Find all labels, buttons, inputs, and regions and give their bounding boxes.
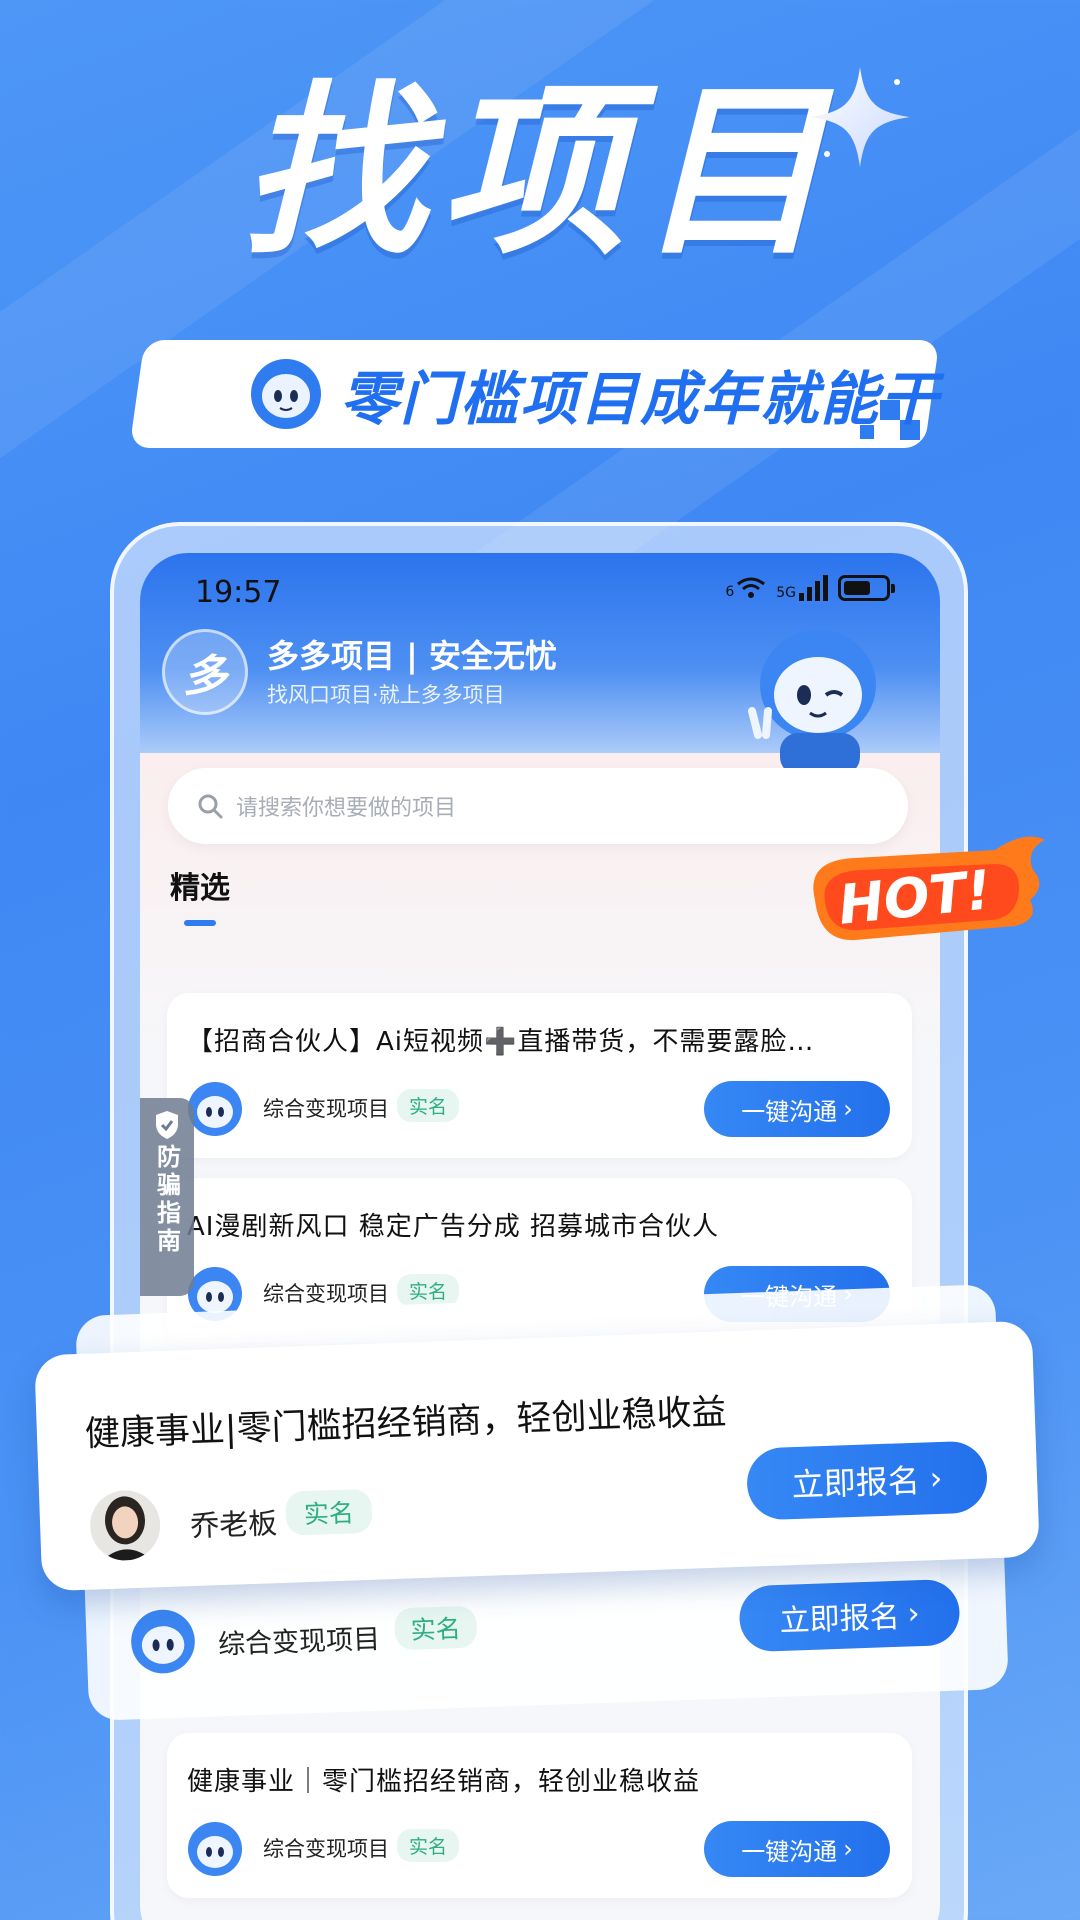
tab-indicator	[184, 920, 216, 926]
banner: 零门槛项目成年就能干	[250, 352, 940, 436]
app-logo: 多	[162, 629, 248, 715]
mascot-avatar-icon	[188, 1822, 242, 1876]
verified-badge: 实名	[397, 1089, 460, 1122]
contact-button-label: 一键沟通	[741, 1097, 838, 1126]
chevron-right-icon: ›	[928, 1458, 944, 1498]
project-category: 综合变现项目	[217, 1623, 381, 1661]
tab-featured[interactable]: 精选	[170, 863, 230, 907]
chevron-right-icon: ›	[843, 1095, 853, 1123]
signup-button[interactable]: 立即报名 ›	[738, 1578, 961, 1653]
status-time: 19:57	[195, 575, 282, 610]
shield-icon	[156, 1111, 178, 1139]
battery-icon	[838, 575, 895, 601]
wifi-icon: 6	[725, 576, 766, 600]
project-category: 综合变现项目	[263, 1097, 389, 1121]
signup-button[interactable]: 立即报名 ›	[745, 1440, 989, 1521]
verified-badge: 实名	[397, 1829, 460, 1862]
wifi-label: 6	[725, 584, 735, 600]
mascot-avatar-icon	[131, 1609, 195, 1674]
search-icon	[198, 794, 223, 819]
mascot-icon	[251, 359, 321, 429]
owner-name: 乔老板	[189, 1506, 278, 1544]
network-label: 5G	[776, 585, 796, 601]
contact-button[interactable]: 一键沟通›	[704, 1081, 890, 1137]
signup-button-label: 立即报名	[791, 1461, 921, 1505]
mascot-avatar-icon	[188, 1082, 242, 1136]
person-avatar-icon	[88, 1489, 162, 1562]
project-card[interactable]: 【招商合伙人】Ai短视频➕直播带货，不需要露脸… 综合变现项目 实名 一键沟通 ›	[167, 993, 912, 1158]
project-title: AI漫剧新风口 稳定广告分成 招募城市合伙人	[187, 1212, 719, 1242]
avatar	[88, 1489, 162, 1562]
sparkle-icon	[810, 67, 910, 167]
project-card[interactable]: 健康事业｜零门槛招经销商，轻创业稳收益 综合变现项目 实名 一键沟通 ›	[167, 1733, 912, 1898]
featured-card[interactable]: 健康事业|零门槛招经销商，轻创业稳收益 乔老板 实名 立即报名 ›	[34, 1320, 1040, 1592]
featured-title: 健康事业|零门槛招经销商，轻创业稳收益	[84, 1392, 728, 1455]
banner-text: 零门槛项目成年就能干	[340, 365, 941, 433]
contact-button[interactable]: 一键沟通›	[704, 1821, 890, 1877]
verified-badge: 实名	[285, 1488, 373, 1536]
project-category: 综合变现项目	[263, 1282, 389, 1306]
mascot-icon	[748, 630, 876, 775]
chevron-right-icon: ›	[843, 1835, 853, 1863]
project-title: 【招商合伙人】Ai短视频➕直播带货，不需要露脸…	[187, 1027, 815, 1057]
hero-headline: 找项目	[241, 64, 839, 280]
project-title: 健康事业｜零门槛招经销商，轻创业稳收益	[187, 1767, 701, 1797]
chevron-right-icon: ›	[906, 1595, 921, 1632]
signup-button-label: 立即报名	[779, 1599, 901, 1639]
verified-badge: 实名	[393, 1605, 478, 1651]
project-category: 综合变现项目	[263, 1837, 389, 1861]
contact-button-label: 一键沟通	[741, 1837, 838, 1866]
signal-icon: 5G	[776, 575, 828, 601]
app-title: 多多项目 | 安全无忧	[267, 637, 557, 675]
app-subtitle: 找风口项目·就上多多项目	[267, 683, 505, 707]
search-placeholder: 请搜索你想要做的项目	[236, 796, 457, 821]
hot-badge: HOT!	[813, 836, 1045, 941]
verified-badge: 实名	[397, 1274, 460, 1307]
anti-fraud-guide-tab[interactable]: 防骗指南	[140, 1098, 194, 1296]
anti-fraud-label: 防骗指南	[152, 1144, 181, 1256]
status-icons: 6 5G	[725, 575, 895, 601]
